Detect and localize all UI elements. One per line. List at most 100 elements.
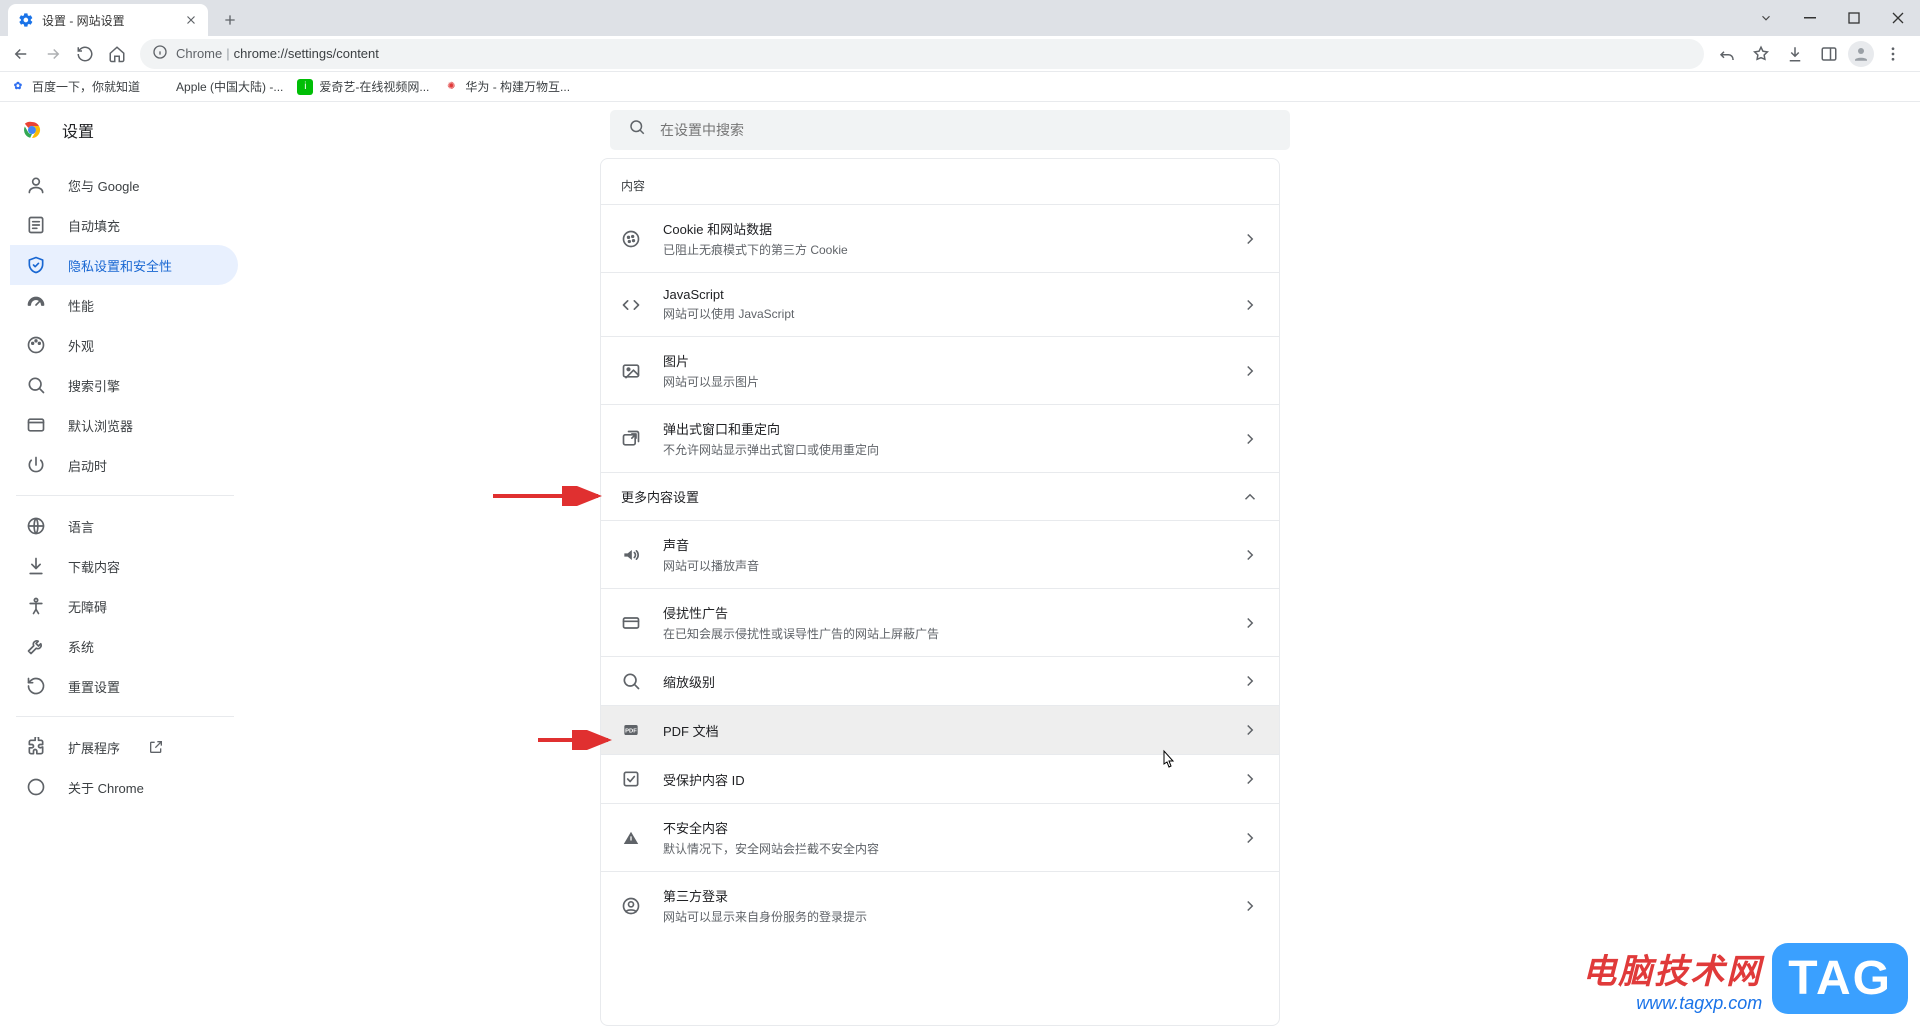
browser-tab[interactable]: 设置 - 网站设置 (8, 4, 208, 36)
settings-search-input[interactable] (660, 122, 1272, 138)
chevron-right-icon (1241, 897, 1259, 915)
url-scheme: Chrome (176, 46, 222, 61)
sound-icon (621, 545, 641, 565)
speed-icon (26, 295, 46, 315)
row-title: 图片 (663, 351, 1241, 370)
page-title: 设置 (62, 118, 94, 142)
sidebar-item-label: 隐私设置和安全性 (68, 256, 172, 275)
person-icon (26, 175, 46, 195)
window-maximize-button[interactable] (1832, 3, 1876, 33)
setting-row-idcard[interactable]: 第三方登录 网站可以显示来自身份服务的登录提示 (601, 871, 1279, 939)
autofill-icon (26, 215, 46, 235)
sidebar-item-power[interactable]: 启动时 (10, 445, 238, 485)
close-icon[interactable] (184, 13, 198, 27)
settings-header: 设置 (0, 102, 1920, 157)
sidebar-item-globe[interactable]: 语言 (10, 506, 238, 546)
sidebar-item-label: 系统 (68, 637, 94, 656)
profile-avatar-button[interactable] (1848, 41, 1874, 67)
nav-reload-button[interactable] (70, 39, 100, 69)
sidebar-item-shield[interactable]: 隐私设置和安全性 (10, 245, 238, 285)
setting-row-zoom[interactable]: 缩放级别 (601, 656, 1279, 705)
bookmark-item-3[interactable]: ✺ 华为 - 构建万物互... (443, 78, 570, 95)
nav-back-button[interactable] (6, 39, 36, 69)
setting-row-sound[interactable]: 声音 网站可以播放声音 (601, 520, 1279, 588)
row-body: 不安全内容 默认情况下，安全网站会拦截不安全内容 (663, 818, 1241, 857)
row-title: PDF 文档 (663, 721, 1241, 740)
popup-icon (621, 429, 641, 449)
sidepanel-icon[interactable] (1814, 39, 1844, 69)
search-icon (628, 118, 646, 141)
nav-forward-button[interactable] (38, 39, 68, 69)
sidebar-item-about[interactable]: 关于 Chrome (10, 767, 238, 807)
bookmark-star-icon[interactable] (1746, 39, 1776, 69)
bookmark-item-1[interactable]: Apple (中国大陆) -... (154, 78, 283, 95)
gear-icon (18, 12, 34, 28)
svg-text:PDF: PDF (625, 729, 637, 735)
chevron-right-icon (1241, 430, 1259, 448)
overflow-menu-icon[interactable] (1878, 39, 1908, 69)
sidebar-item-palette[interactable]: 外观 (10, 325, 238, 365)
browser-toolbar: Chrome | chrome://settings/content (0, 36, 1920, 72)
pdf-icon: PDF (621, 720, 641, 740)
downloads-icon[interactable] (1780, 39, 1810, 69)
row-body: 缩放级别 (663, 672, 1241, 691)
shield-icon (26, 255, 46, 275)
setting-row-image[interactable]: 图片 网站可以显示图片 (601, 336, 1279, 404)
bookmark-favicon: i (297, 79, 313, 95)
site-info-icon[interactable] (152, 44, 168, 63)
setting-row-ads[interactable]: 侵扰性广告 在已知会展示侵扰性或误导性广告的网站上屏蔽广告 (601, 588, 1279, 656)
content-settings-panel: 内容 Cookie 和网站数据 已阻止无痕模式下的第三方 Cookie Java… (600, 158, 1280, 1026)
sidebar-item-browser[interactable]: 默认浏览器 (10, 405, 238, 445)
palette-icon (26, 335, 46, 355)
tabs-dropdown-icon[interactable] (1744, 3, 1788, 33)
setting-row-warn[interactable]: 不安全内容 默认情况下，安全网站会拦截不安全内容 (601, 803, 1279, 871)
row-title: 弹出式窗口和重定向 (663, 419, 1241, 438)
sidebar-item-label: 扩展程序 (68, 738, 120, 757)
setting-row-popup[interactable]: 弹出式窗口和重定向 不允许网站显示弹出式窗口或使用重定向 (601, 404, 1279, 472)
address-bar[interactable]: Chrome | chrome://settings/content (140, 39, 1704, 69)
setting-row-code[interactable]: JavaScript 网站可以使用 JavaScript (601, 272, 1279, 336)
settings-search[interactable] (610, 110, 1290, 150)
warn-icon (621, 828, 641, 848)
sidebar-item-label: 自动填充 (68, 216, 120, 235)
share-icon[interactable] (1712, 39, 1742, 69)
row-body: 弹出式窗口和重定向 不允许网站显示弹出式窗口或使用重定向 (663, 419, 1241, 458)
chevron-right-icon (1241, 362, 1259, 380)
bookmark-item-2[interactable]: i 爱奇艺-在线视频网... (297, 78, 429, 95)
url-text: chrome://settings/content (234, 46, 379, 61)
watermark-tag: TAG (1772, 943, 1908, 1014)
url-separator: | (226, 46, 229, 61)
sidebar-item-speed[interactable]: 性能 (10, 285, 238, 325)
sidebar-item-ext[interactable]: 扩展程序 (10, 727, 238, 767)
sidebar-item-label: 外观 (68, 336, 94, 355)
window-close-button[interactable] (1876, 3, 1920, 33)
sidebar-item-restore[interactable]: 重置设置 (10, 666, 238, 706)
bookmark-item-0[interactable]: ✿ 百度一下，你就知道 (10, 78, 140, 95)
setting-row-cookie[interactable]: Cookie 和网站数据 已阻止无痕模式下的第三方 Cookie (601, 204, 1279, 272)
bookmark-favicon (154, 79, 170, 95)
row-subtitle: 网站可以显示图片 (663, 373, 1241, 390)
window-minimize-button[interactable] (1788, 3, 1832, 33)
search-icon (26, 375, 46, 395)
code-icon (621, 295, 641, 315)
nav-home-button[interactable] (102, 39, 132, 69)
sidebar-item-autofill[interactable]: 自动填充 (10, 205, 238, 245)
sidebar-item-a11y[interactable]: 无障碍 (10, 586, 238, 626)
sidebar-item-wrench[interactable]: 系统 (10, 626, 238, 666)
chevron-right-icon (1241, 614, 1259, 632)
row-subtitle: 已阻止无痕模式下的第三方 Cookie (663, 241, 1241, 258)
sidebar-item-person[interactable]: 您与 Google (10, 165, 238, 205)
new-tab-button[interactable] (216, 6, 244, 34)
browser-icon (26, 415, 46, 435)
row-title: 受保护内容 ID (663, 770, 1241, 789)
chevron-right-icon (1241, 296, 1259, 314)
sidebar-item-label: 默认浏览器 (68, 416, 133, 435)
bookmark-label: Apple (中国大陆) -... (176, 78, 283, 95)
sidebar-item-label: 语言 (68, 517, 94, 536)
sidebar-item-search[interactable]: 搜索引擎 (10, 365, 238, 405)
more-content-settings-header[interactable]: 更多内容设置 (601, 472, 1279, 520)
sidebar-item-download[interactable]: 下载内容 (10, 546, 238, 586)
setting-row-protected[interactable]: 受保护内容 ID (601, 754, 1279, 803)
sidebar-item-label: 性能 (68, 296, 94, 315)
setting-row-pdf[interactable]: PDF PDF 文档 (601, 705, 1279, 754)
